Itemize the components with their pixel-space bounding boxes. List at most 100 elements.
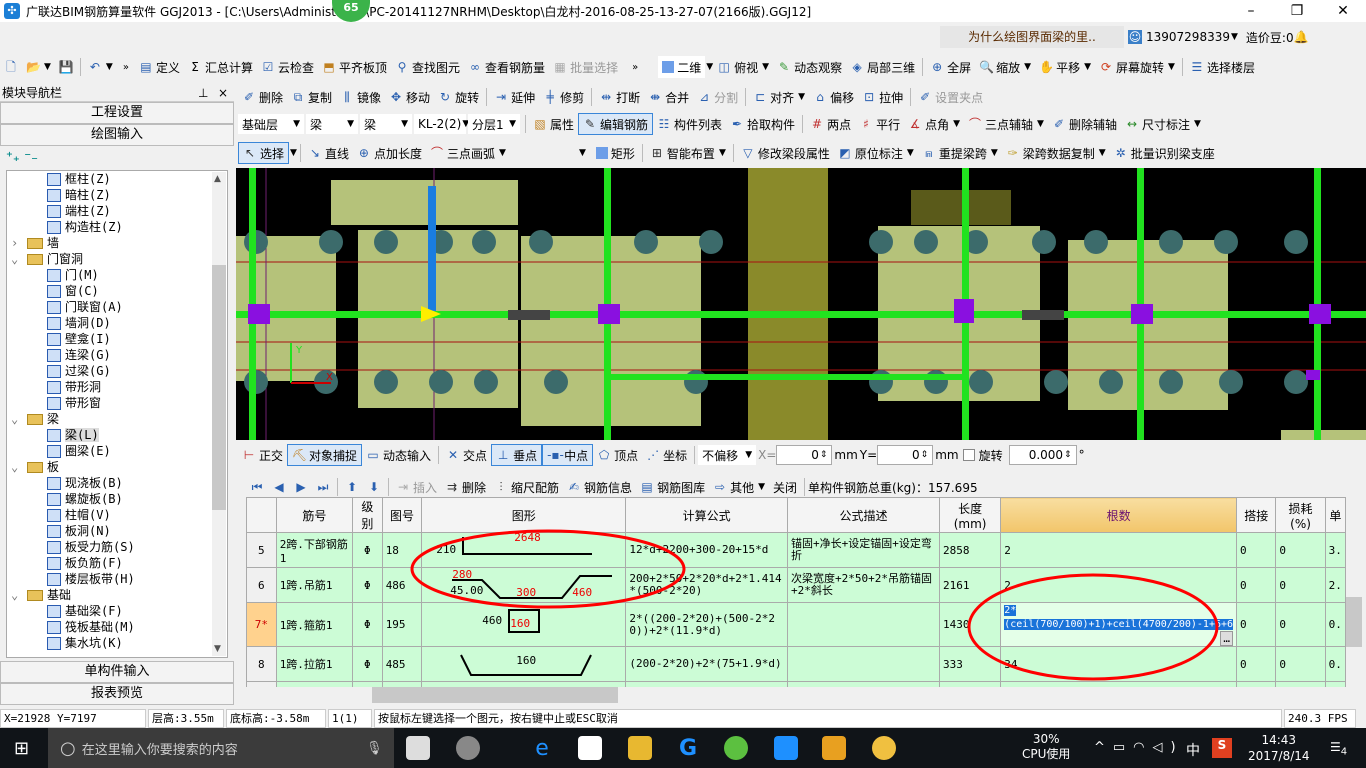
tree-item[interactable]: › 墙 — [7, 235, 227, 251]
rebar-info-button[interactable]: ✍ 钢筋信息 — [563, 476, 636, 498]
tool-screen-rotate[interactable]: ⟳ 屏幕旋转 ▼ — [1095, 56, 1179, 78]
tool-two-points[interactable]: # 两点 — [806, 113, 855, 135]
snap-coordinate[interactable]: ⋰ 坐标 — [642, 444, 691, 466]
tool-2d[interactable]: 二维 — [658, 56, 706, 78]
table-vscroll[interactable] — [1346, 497, 1362, 687]
tree-item[interactable]: 端柱(Z) — [7, 203, 227, 219]
tree-item[interactable]: 楼层板带(H) — [7, 571, 227, 587]
tool-modify-beam-segment[interactable]: ▽ 修改梁段属性 — [737, 142, 834, 164]
column-header[interactable]: 计算公式 — [625, 497, 789, 533]
expand-all-icon[interactable]: ⁺₊ ⁻₋ — [6, 150, 38, 165]
cell-count[interactable]: 2 — [1000, 567, 1238, 603]
tool-three-point-axis[interactable]: ⌒ 三点辅轴 ▼ — [964, 113, 1048, 135]
move-up-button[interactable]: ⬆ — [341, 476, 363, 498]
tree-item[interactable]: 柱帽(V) — [7, 507, 227, 523]
browser-app-icon[interactable] — [872, 736, 896, 760]
help-question-link[interactable]: 为什么绘图界面梁的里.. — [940, 26, 1124, 48]
snap-orthogonal[interactable]: ⊢ 正交 — [238, 444, 287, 466]
tool-zoom[interactable]: 🔍 缩放 ▼ — [975, 56, 1035, 78]
tree-item[interactable]: 门(M) — [7, 267, 227, 283]
close-rebar-button[interactable]: 关闭 — [769, 476, 801, 498]
snap-dynamic-input[interactable]: ▭ 动态输入 — [362, 444, 435, 466]
cell-loss[interactable]: 0 — [1275, 567, 1326, 603]
nav-report-preview[interactable]: 报表预览 — [0, 683, 234, 705]
tool-find-element[interactable]: ⚲ 查找图元 — [391, 56, 464, 78]
tool-three-point-arc[interactable]: ⌒ 三点画弧 ▼ — [426, 142, 510, 164]
expand-toggle-icon[interactable]: ⌄ — [11, 251, 27, 267]
cell-lap[interactable]: 0 — [1236, 532, 1277, 568]
cell-loss[interactable]: 0 — [1275, 602, 1326, 647]
tool-copy-span-data[interactable]: ✑ 梁跨数据复制 ▼ — [1002, 142, 1110, 164]
cell-grade[interactable]: Φ — [352, 602, 383, 647]
snap-vertex[interactable]: ⬠ 顶点 — [593, 444, 642, 466]
next-record-button[interactable]: ▶ — [290, 476, 312, 498]
tool-split[interactable]: ⊿ 分割 — [693, 86, 742, 108]
cell-name[interactable]: 1跨.吊筋1 — [275, 567, 354, 603]
notes-app-icon[interactable] — [822, 736, 846, 760]
task-view-icon[interactable] — [406, 736, 430, 760]
cell-loss[interactable]: 0 — [1275, 646, 1326, 682]
file-explorer-icon[interactable] — [628, 736, 652, 760]
cell-grade[interactable]: Φ — [352, 646, 383, 682]
tree-scroll-thumb[interactable] — [212, 265, 226, 510]
tool-edit-rebar[interactable]: ✎ 编辑钢筋 — [578, 113, 654, 135]
tree-item[interactable]: 墙洞(D) — [7, 315, 227, 331]
tool-select[interactable]: ↖ 选择 — [238, 142, 290, 164]
tool-dynamic-view[interactable]: ✎ 动态观察 — [773, 56, 846, 78]
bell-icon[interactable]: 🔔 — [1294, 30, 1309, 44]
prev-record-button[interactable]: ◀ — [268, 476, 290, 498]
tool-copy[interactable]: ⧉ 复制 — [287, 86, 336, 108]
count-input[interactable]: 2*(ceil(700/100)+1)+ceil(4700/200)-1+6+6… — [1000, 602, 1238, 647]
tree-item[interactable]: 集水坑(K) — [7, 635, 227, 651]
windows-start-icon[interactable]: ⊞ — [14, 738, 29, 759]
cell-count[interactable]: 2 — [1000, 532, 1238, 568]
tree-item[interactable]: 暗柱(Z) — [7, 187, 227, 203]
tree-item[interactable]: 过梁(G) — [7, 363, 227, 379]
tree-item[interactable]: 板负筋(F) — [7, 555, 227, 571]
cell-length[interactable]: 2161 — [938, 567, 1002, 603]
tool-view-rebar[interactable]: ∞ 查看钢筋量 — [464, 56, 549, 78]
tool-delete-axis[interactable]: ✐ 删除辅轴 — [1048, 113, 1121, 135]
component-select[interactable]: KL-2(2) ▼ — [414, 114, 469, 134]
tree-item[interactable]: 带形窗 — [7, 395, 227, 411]
type-select[interactable]: 梁 ▼ — [360, 114, 412, 134]
tree-item[interactable]: 圈梁(E) — [7, 443, 227, 459]
cell-no[interactable]: 8 — [246, 646, 277, 682]
x-offset-input[interactable]: 0 ⇕ — [776, 445, 833, 465]
tree-item[interactable]: 框柱(Z) — [7, 171, 227, 187]
tool-align-slab-top[interactable]: ⬒ 平齐板顶 — [318, 56, 391, 78]
cell-grade[interactable]: Φ — [352, 532, 383, 568]
cell-fig[interactable]: 195 — [381, 602, 423, 647]
cell-fig[interactable]: 18 — [381, 532, 423, 568]
cell-shape[interactable]: 460 160 — [421, 602, 627, 647]
column-header[interactable]: 公式描述 — [787, 497, 940, 533]
column-header[interactable]: 图形 — [421, 497, 627, 533]
tool-line[interactable]: ↘ 直线 — [304, 142, 353, 164]
cell-no[interactable]: 6 — [246, 567, 277, 603]
table-row[interactable]: 7* 1跨.箍筋1 Φ 195 460 160 2*((200-2*20)+(500-2*2… — [246, 602, 1346, 647]
snap-perpendicular[interactable]: ⊥ 垂点 — [491, 444, 543, 466]
tool-batch-select[interactable]: ▦ 批量选择 — [549, 56, 622, 78]
layer-select[interactable]: 分层1 ▼ — [468, 114, 520, 134]
taskbar-search[interactable]: ○ 在这里输入你要搜索的内容 🎙 — [48, 728, 394, 768]
tool-top-view[interactable]: ◫ 俯视 ▼ — [713, 56, 773, 78]
expand-toggle-icon[interactable]: ⌄ — [11, 411, 27, 427]
cell-grade[interactable]: Φ — [352, 567, 383, 603]
tool-pick-component[interactable]: ✒ 拾取构件 — [726, 113, 799, 135]
cell-name[interactable]: 2跨.下部钢筋1 — [275, 532, 354, 568]
tool-point-angle[interactable]: ∡ 点角 ▼ — [904, 113, 964, 135]
tool-stretch[interactable]: ⊡ 拉伸 — [858, 86, 907, 108]
column-header[interactable]: 损耗(%) — [1275, 497, 1326, 533]
cell-lap[interactable]: 0 — [1236, 602, 1277, 647]
rebar-library-button[interactable]: ▤ 钢筋图库 — [636, 476, 709, 498]
snap-intersection[interactable]: ✕ 交点 — [442, 444, 491, 466]
tree-item[interactable]: ⌄ 门窗洞 — [7, 251, 227, 267]
tool-define[interactable]: ▤ 定义 — [135, 56, 184, 78]
ime-indicator[interactable]: 中 — [1186, 740, 1200, 760]
tree-item[interactable]: 基础梁(F) — [7, 603, 227, 619]
tool-batch-identify-support[interactable]: ✲ 批量识别梁支座 — [1110, 142, 1219, 164]
pin-icon[interactable]: ⊥ — [198, 84, 208, 102]
nav-project-settings[interactable]: 工程设置 — [0, 102, 234, 124]
tool-parallel[interactable]: ♯ 平行 — [855, 113, 904, 135]
tree-item[interactable]: 筏板基础(M) — [7, 619, 227, 635]
